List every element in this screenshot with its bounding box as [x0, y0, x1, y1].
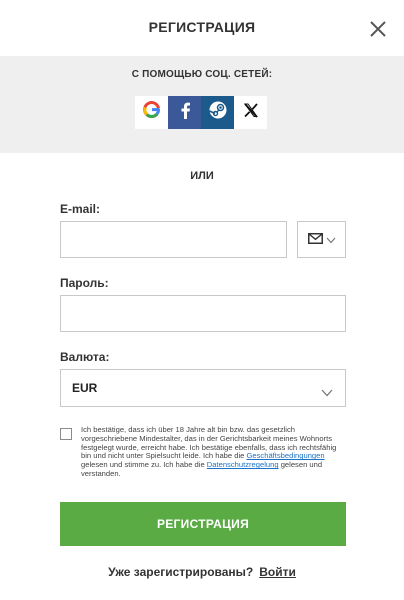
password-label: Пароль: — [60, 276, 109, 290]
facebook-icon — [178, 101, 192, 124]
consent-text: Ich bestätige, dass ich über 18 Jahre al… — [81, 425, 343, 479]
email-field[interactable] — [60, 221, 287, 258]
chevron-down-icon — [321, 384, 333, 402]
envelope-icon — [307, 231, 323, 249]
privacy-policy-link[interactable]: Datenschutzregelung — [207, 460, 279, 469]
x-login-button[interactable] — [234, 96, 267, 129]
close-icon[interactable] — [368, 19, 388, 39]
steam-icon — [208, 100, 228, 125]
contact-type-select[interactable] — [297, 221, 346, 258]
modal-header: РЕГИСТРАЦИЯ — [0, 0, 404, 56]
social-label: С ПОМОЩЬЮ СОЦ. СЕТЕЙ: — [131, 69, 273, 80]
currency-select[interactable]: EUR — [60, 369, 346, 407]
page-title: РЕГИСТРАЦИЯ — [148, 19, 256, 35]
google-icon — [142, 100, 162, 125]
currency-value: EUR — [72, 381, 98, 395]
or-divider: ИЛИ — [190, 170, 214, 182]
login-link[interactable]: Войти — [259, 565, 296, 579]
social-login-panel: С ПОМОЩЬЮ СОЦ. СЕТЕЙ: — [0, 56, 404, 153]
age-consent-checkbox[interactable] — [60, 428, 72, 440]
x-icon — [243, 102, 259, 123]
consent-text-part: gelesen und stimme zu. Ich habe die — [81, 460, 207, 470]
chevron-down-icon — [326, 231, 336, 249]
register-button[interactable]: РЕГИСТРАЦИЯ — [60, 502, 346, 546]
password-field[interactable] — [60, 295, 346, 332]
social-buttons — [135, 96, 267, 129]
facebook-login-button[interactable] — [168, 96, 201, 129]
google-login-button[interactable] — [135, 96, 168, 129]
steam-login-button[interactable] — [201, 96, 234, 129]
currency-label: Валюта: — [60, 350, 110, 364]
terms-link[interactable]: Geschäftsbedingungen — [247, 451, 325, 460]
already-registered-text: Уже зарегистрированы? — [108, 565, 254, 579]
email-label: E-mail: — [60, 202, 101, 216]
login-prompt: Уже зарегистрированы? Войти — [0, 565, 404, 579]
